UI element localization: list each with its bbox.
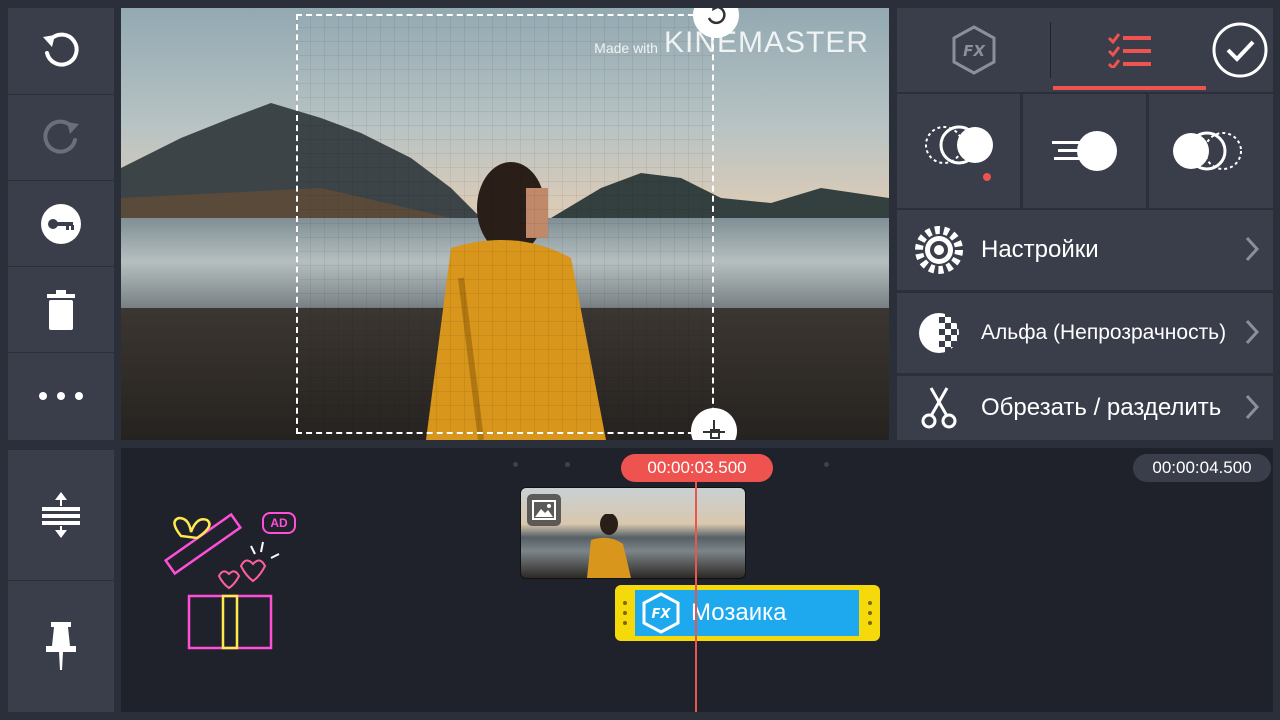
chevron-right-icon — [1245, 319, 1260, 345]
current-time-badge: 00:00:03.500 — [621, 454, 773, 482]
undo-button[interactable] — [8, 8, 114, 94]
playhead[interactable] — [695, 474, 697, 712]
in-animation-button[interactable] — [897, 94, 1020, 208]
watermark-small-text: Made with — [594, 40, 658, 56]
fx-layer-label: Мозаика — [691, 599, 787, 626]
out-animation-button[interactable] — [1149, 94, 1273, 208]
ad-badge[interactable]: AD — [262, 512, 296, 534]
time-marker-dot — [565, 462, 570, 467]
svg-text:FX: FX — [652, 607, 672, 622]
pin-icon — [46, 622, 76, 670]
chevron-right-icon — [1245, 236, 1260, 262]
alpha-icon — [919, 313, 959, 353]
fx-hex-icon: FX — [642, 592, 680, 634]
tab-options[interactable] — [1053, 8, 1206, 92]
checkmark-circle-icon — [1212, 22, 1267, 78]
image-icon — [532, 500, 556, 520]
selection-box[interactable] — [296, 14, 714, 434]
gear-icon — [915, 226, 963, 274]
menu-settings-label: Настройки — [981, 236, 1099, 263]
transition-row — [897, 94, 1273, 208]
undo-icon — [43, 32, 79, 67]
expand-vertical-icon — [42, 492, 80, 538]
menu-alpha[interactable]: Альфа (Непрозрачность) — [897, 293, 1273, 373]
panel-tabs: FX — [897, 8, 1273, 92]
more-icon — [39, 392, 83, 400]
pin-button[interactable] — [8, 580, 114, 711]
fx-icon: FX — [952, 25, 995, 75]
time-marker-dot — [513, 462, 518, 467]
tab-fx[interactable]: FX — [897, 8, 1050, 92]
menu-trim-split-label: Обрезать / разделить — [981, 394, 1222, 421]
timeline[interactable]: AD FX Мозаика 00:00:03.500 00:00:04.500 — [121, 448, 1273, 712]
video-preview[interactable]: Made with KINEMASTER — [121, 8, 889, 440]
overall-animation-button[interactable] — [1023, 94, 1146, 208]
tab-divider — [1050, 22, 1051, 78]
fx-trim-handle-right[interactable] — [868, 601, 872, 625]
fx-trim-handle-left[interactable] — [623, 601, 627, 625]
left-toolbar — [8, 8, 114, 440]
expand-timeline-button[interactable] — [8, 450, 114, 580]
svg-text:FX: FX — [963, 42, 986, 60]
end-time-badge: 00:00:04.500 — [1133, 454, 1271, 482]
fx-layer-body[interactable]: FX Мозаика — [635, 590, 859, 636]
redo-button[interactable] — [8, 94, 114, 181]
clip-type-badge — [527, 494, 561, 526]
watermark-brand: KINEMASTER — [663, 26, 869, 59]
checklist-icon — [1107, 33, 1151, 68]
more-button[interactable] — [8, 352, 114, 439]
fade-in-icon — [924, 125, 993, 181]
clip-thumbnail-person — [587, 514, 631, 578]
video-clip[interactable] — [520, 487, 746, 579]
resize-icon — [703, 420, 725, 439]
menu-trim-split[interactable]: Обрезать / разделить — [897, 376, 1273, 440]
redo-icon — [43, 119, 79, 154]
menu-alpha-label: Альфа (Непрозрачность) — [981, 321, 1227, 344]
chevron-right-icon — [1245, 394, 1260, 420]
menu-settings[interactable]: Настройки — [897, 210, 1273, 290]
confirm-button[interactable] — [1206, 8, 1273, 92]
fade-out-icon — [1173, 131, 1242, 171]
trash-icon — [47, 290, 75, 330]
watermark: Made with KINEMASTER — [594, 26, 869, 60]
time-marker-dot — [824, 462, 829, 467]
rotate-icon — [707, 8, 726, 25]
fx-layer-clip[interactable]: FX Мозаика — [615, 585, 880, 641]
right-panel: FX Настройки Альфа (Непрозрачность) Обре… — [897, 8, 1273, 440]
delete-button[interactable] — [8, 266, 114, 353]
motion-icon — [1051, 131, 1117, 171]
timeline-toolbar — [8, 450, 114, 712]
scissors-icon — [921, 387, 957, 429]
key-icon — [41, 204, 81, 244]
keyframe-button[interactable] — [8, 180, 114, 267]
